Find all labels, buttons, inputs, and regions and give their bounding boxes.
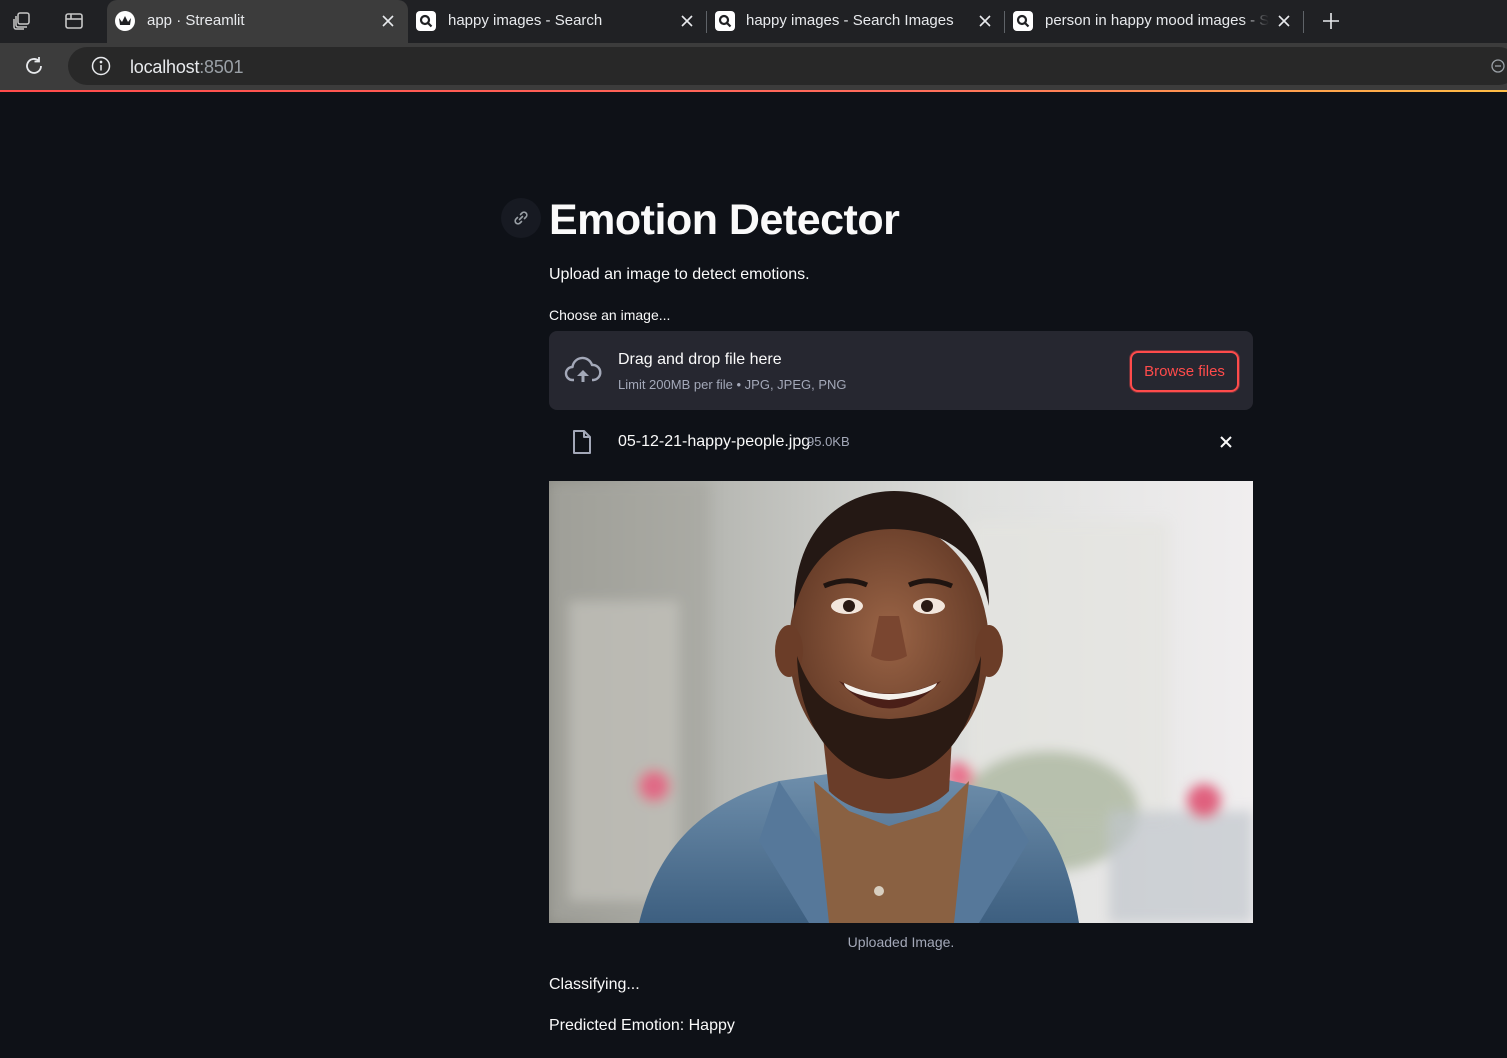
site-info-icon[interactable] <box>90 55 112 77</box>
uploader-label: Choose an image... <box>549 307 671 323</box>
tab-person-happy-mood[interactable]: person in happy mood images - S <box>1005 0 1302 43</box>
close-icon[interactable] <box>380 13 396 29</box>
close-icon[interactable] <box>1218 434 1234 450</box>
tab-happy-images-search-images[interactable]: happy images - Search Images <box>706 0 1004 43</box>
prediction-result: Predicted Emotion: Happy <box>549 1017 735 1034</box>
file-dropzone[interactable]: Drag and drop file here Limit 200MB per … <box>549 331 1253 410</box>
browser-tab-bar: app · Streamlit happy images - Search ha… <box>0 0 1507 43</box>
tab-happy-images-search[interactable]: happy images - Search <box>408 0 705 43</box>
tab-separator <box>1303 11 1304 33</box>
image-caption: Uploaded Image. <box>847 934 955 950</box>
browse-files-button[interactable]: Browse files <box>1130 351 1239 392</box>
search-favicon-icon <box>1013 11 1033 31</box>
uploaded-file-row: 05-12-21-happy-people.jpg 95.0KB <box>549 423 1253 463</box>
tab-title: happy images - Search Images <box>746 12 954 29</box>
tab-title: happy images - Search <box>448 12 603 29</box>
omnibox[interactable] <box>68 47 1507 85</box>
browser-address-bar: localhost:8501 <box>0 43 1507 90</box>
tab-streamlit-app[interactable]: app · Streamlit <box>107 0 408 43</box>
classifying-status: Classifying... <box>549 976 640 993</box>
tab-title: app · Streamlit <box>147 12 245 29</box>
page-subtitle: Upload an image to detect emotions. <box>549 266 810 283</box>
url-text[interactable]: localhost:8501 <box>130 57 243 77</box>
workspaces-icon[interactable] <box>6 6 38 36</box>
search-favicon-icon <box>715 11 735 31</box>
streamlit-crown-icon <box>115 11 135 31</box>
search-favicon-icon <box>416 11 436 31</box>
tab-title: person in happy mood images - S <box>1045 12 1269 29</box>
close-icon[interactable] <box>1276 13 1292 29</box>
close-icon[interactable] <box>679 13 695 29</box>
zoom-icon[interactable] <box>1490 58 1506 74</box>
tab-actions-icon[interactable] <box>58 6 90 36</box>
streamlit-app: Emotion Detector Upload an image to dete… <box>0 92 1507 1058</box>
cloud-upload-icon <box>564 355 602 387</box>
uploaded-file-name: 05-12-21-happy-people.jpg <box>618 433 811 450</box>
dropzone-instructions: Drag and drop file here <box>618 351 782 368</box>
page-title: Emotion Detector <box>549 196 900 244</box>
close-icon[interactable] <box>977 13 993 29</box>
uploaded-file-size: 95.0KB <box>807 434 850 449</box>
url-host: localhost <box>130 57 200 77</box>
link-icon[interactable] <box>501 198 541 238</box>
uploaded-image <box>549 481 1253 923</box>
file-icon <box>571 429 593 455</box>
url-port: :8501 <box>199 57 244 77</box>
dropzone-limits: Limit 200MB per file • JPG, JPEG, PNG <box>618 377 847 392</box>
new-tab-icon[interactable] <box>1315 6 1347 36</box>
reload-icon[interactable] <box>18 51 50 81</box>
